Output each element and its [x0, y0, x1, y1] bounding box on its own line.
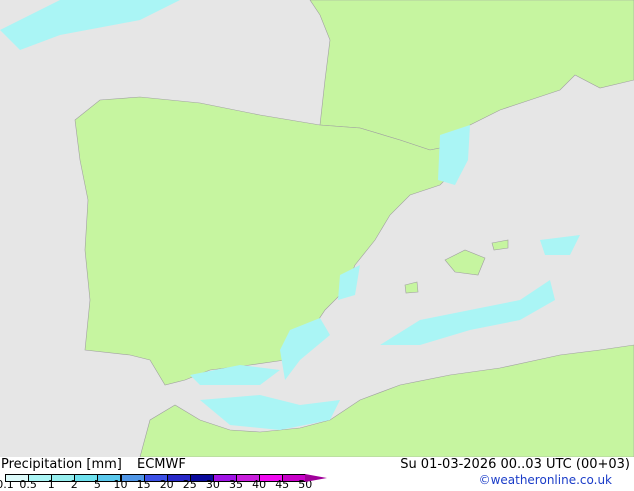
legend-title: Precipitation [mm]	[1, 457, 122, 472]
legend-overflow-arrow	[305, 474, 328, 482]
valid-time: Su 01-03-2026 00..03 UTC (00+03)	[400, 457, 630, 472]
credit-link[interactable]: ©weatheronline.co.uk	[479, 473, 612, 487]
model-name: ECMWF	[137, 457, 186, 472]
legend: Precipitation [mm] ECMWF Su 01-03-2026 0…	[0, 457, 634, 491]
precipitation-map	[0, 0, 634, 457]
